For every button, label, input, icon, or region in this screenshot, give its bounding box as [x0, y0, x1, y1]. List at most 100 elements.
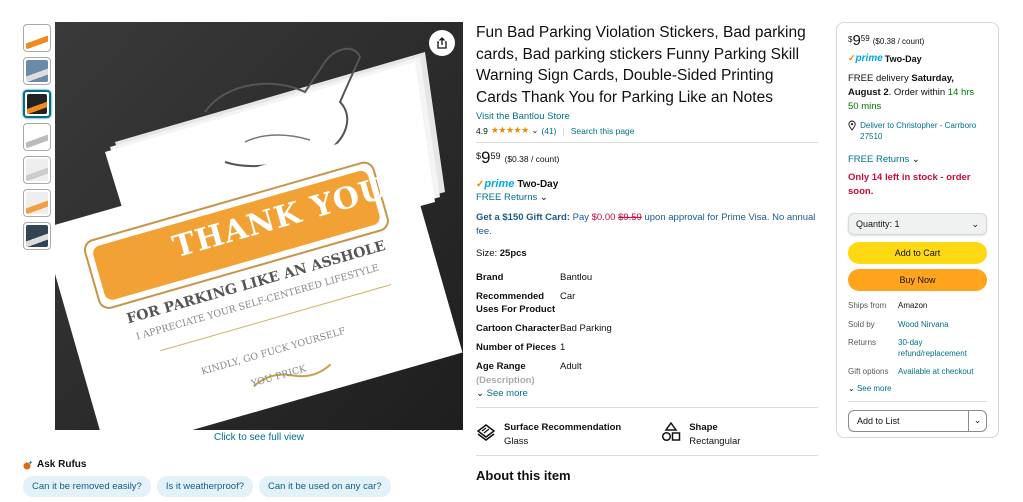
- thumbnail[interactable]: [23, 189, 51, 217]
- spec-value: Bad Parking: [560, 323, 612, 334]
- divider: |: [562, 125, 565, 136]
- spec-value: Car: [560, 291, 576, 302]
- add-to-cart-button[interactable]: Add to Cart: [848, 242, 987, 264]
- see-more-label: See more: [856, 383, 892, 393]
- spec-value: 1: [560, 342, 566, 353]
- spec-key: Age Range: [476, 361, 526, 372]
- chevron-down-icon: ⌄: [971, 218, 979, 229]
- click-full-view-link[interactable]: Click to see full view: [55, 432, 463, 443]
- see-more-link[interactable]: ⌄ See more: [476, 388, 818, 399]
- thumbnail[interactable]: [23, 24, 51, 52]
- price-whole: 9: [852, 32, 861, 49]
- ship-info-row: Returns 30-day refund/replacement: [848, 338, 987, 359]
- divider: [476, 455, 818, 456]
- ship-info-key: Gift options: [848, 367, 889, 376]
- size-value: 25pcs: [499, 248, 527, 259]
- divider: [848, 400, 987, 402]
- ask-rufus[interactable]: Ask Rufus: [23, 459, 86, 470]
- rufus-chip[interactable]: Can it be removed easily?: [23, 476, 151, 497]
- ship-info-key: Sold by: [848, 319, 875, 329]
- ship-info-value: Amazon: [898, 301, 928, 310]
- order-within: . Order within: [888, 87, 948, 98]
- delivery-prefix: FREE delivery: [848, 73, 912, 84]
- feature-title: Surface Recommendation: [504, 422, 622, 433]
- feature-value: Glass: [504, 436, 529, 447]
- deliver-to-link[interactable]: Deliver to Christopher - Carrboro 27510: [848, 120, 987, 142]
- thumbnail[interactable]: [23, 90, 51, 118]
- price-per-unit: ($0.38 / count): [872, 37, 925, 46]
- price: $ 9 59 ($0.38 / count): [476, 149, 818, 166]
- ship-info-value[interactable]: Wood Nirvana: [898, 320, 987, 331]
- thumbnail[interactable]: [23, 156, 51, 184]
- free-returns-label: FREE Returns: [476, 192, 538, 203]
- rufus-chip[interactable]: Can it be used on any car?: [259, 476, 391, 497]
- features: Surface Recommendation Glass Shape Recta…: [476, 422, 818, 447]
- shape-icon: [662, 422, 681, 442]
- divider: [476, 407, 818, 408]
- spec-key: Number of Pieces: [476, 342, 557, 353]
- ship-info-value[interactable]: Available at checkout: [898, 367, 987, 378]
- chevron-down-icon[interactable]: ⌄: [968, 410, 986, 431]
- thumbnail[interactable]: [23, 123, 51, 151]
- prime-speed: Two-Day: [884, 53, 922, 64]
- delivery-info: FREE delivery Saturday, August 2. Order …: [848, 72, 987, 114]
- buy-box: $ 9 59 ($0.38 / count) ✓ prime Two-Day F…: [836, 22, 999, 438]
- buybox-price: $ 9 59 ($0.38 / count): [848, 33, 987, 48]
- add-to-list-button[interactable]: Add to List ⌄: [848, 409, 987, 432]
- ship-info-row: Gift options Available at checkout: [848, 367, 987, 378]
- ship-info-key: Ships from: [848, 301, 887, 310]
- prime-check-icon: ✓: [848, 53, 856, 63]
- search-page-link[interactable]: Search this page: [571, 126, 635, 136]
- rufus-chips: Can it be removed easily? Is it weatherp…: [23, 476, 391, 497]
- thumbnail-image: [26, 60, 48, 82]
- thumbnail[interactable]: [23, 222, 51, 250]
- rating-value: 4.9: [476, 125, 488, 136]
- buy-now-button[interactable]: Buy Now: [848, 269, 987, 291]
- price-per-unit: ($0.38 / count): [504, 154, 560, 164]
- spec-row: Cartoon Character Bad Parking: [476, 322, 776, 335]
- product-title: Fun Bad Parking Violation Stickers, Bad …: [476, 24, 806, 106]
- spec-table: Brand Bantlou Recommended Uses For Product…: [476, 271, 776, 373]
- quantity-select[interactable]: Quantity: 1 ⌄: [848, 213, 987, 235]
- share-button[interactable]: [429, 30, 455, 56]
- gift-card-offer[interactable]: Get a $150 Gift Card: Pay $0.00 $9.59 up…: [476, 211, 818, 239]
- divider: [476, 142, 818, 143]
- thumbnail-image: [26, 159, 48, 181]
- stock-status: Only 14 left in stock - order soon.: [848, 172, 971, 197]
- rating-count-link[interactable]: (41): [541, 126, 556, 136]
- size-label: Size:: [476, 248, 500, 259]
- prime-logo: prime: [484, 178, 515, 190]
- see-more-link[interactable]: ⌄ See more: [848, 384, 987, 393]
- store-link[interactable]: Visit the Bantlou Store: [476, 111, 818, 122]
- spec-value: Adult: [560, 361, 582, 372]
- chevron-down-icon: ⌄: [911, 154, 920, 165]
- size-selector: Size: 25pcs: [476, 248, 818, 259]
- chevron-down-icon[interactable]: ⌄: [532, 126, 539, 135]
- thumbnail-image: [26, 126, 48, 148]
- add-to-list-label[interactable]: Add to List: [849, 411, 968, 431]
- rating-row: 4.9 ★★★★★ ⌄ (41) | Search this page: [476, 125, 818, 136]
- thumbnail[interactable]: [23, 57, 51, 85]
- ask-rufus-label: Ask Rufus: [37, 459, 87, 470]
- rufus-chip[interactable]: Is it weatherproof?: [156, 476, 253, 497]
- free-returns-link[interactable]: FREE Returns ⌄: [476, 192, 818, 203]
- prime-badge: ✓ prime Two-Day: [476, 178, 818, 190]
- spec-row: Brand Bantlou: [476, 271, 776, 284]
- free-returns-link[interactable]: FREE Returns ⌄: [848, 154, 987, 165]
- gift-new-price: $0.00: [591, 212, 616, 223]
- ship-info-value[interactable]: 30-day refund/replacement: [898, 338, 987, 359]
- deliver-to-text: Deliver to Christopher - Carrboro 27510: [860, 121, 977, 141]
- see-more-label: See more: [486, 388, 528, 399]
- share-icon: [437, 37, 447, 49]
- ship-info-key: Returns: [848, 338, 877, 347]
- prime-logo: prime: [855, 53, 883, 64]
- star-rating-icon[interactable]: ★★★★★: [491, 125, 529, 136]
- prime-badge: ✓ prime Two-Day: [848, 53, 987, 64]
- thumbnail-image: [27, 94, 47, 114]
- feature-value: Rectangular: [689, 436, 741, 447]
- ship-info-row: Ships from Amazon: [848, 301, 987, 312]
- main-product-image[interactable]: THANK YOU FOR PARKING LIKE AN ASSHOLE I …: [55, 22, 463, 430]
- product-details: Fun Bad Parking Violation Stickers, Bad …: [476, 22, 818, 483]
- feature-shape: Shape Rectangular: [661, 422, 740, 447]
- gift-pay: Pay: [569, 212, 592, 223]
